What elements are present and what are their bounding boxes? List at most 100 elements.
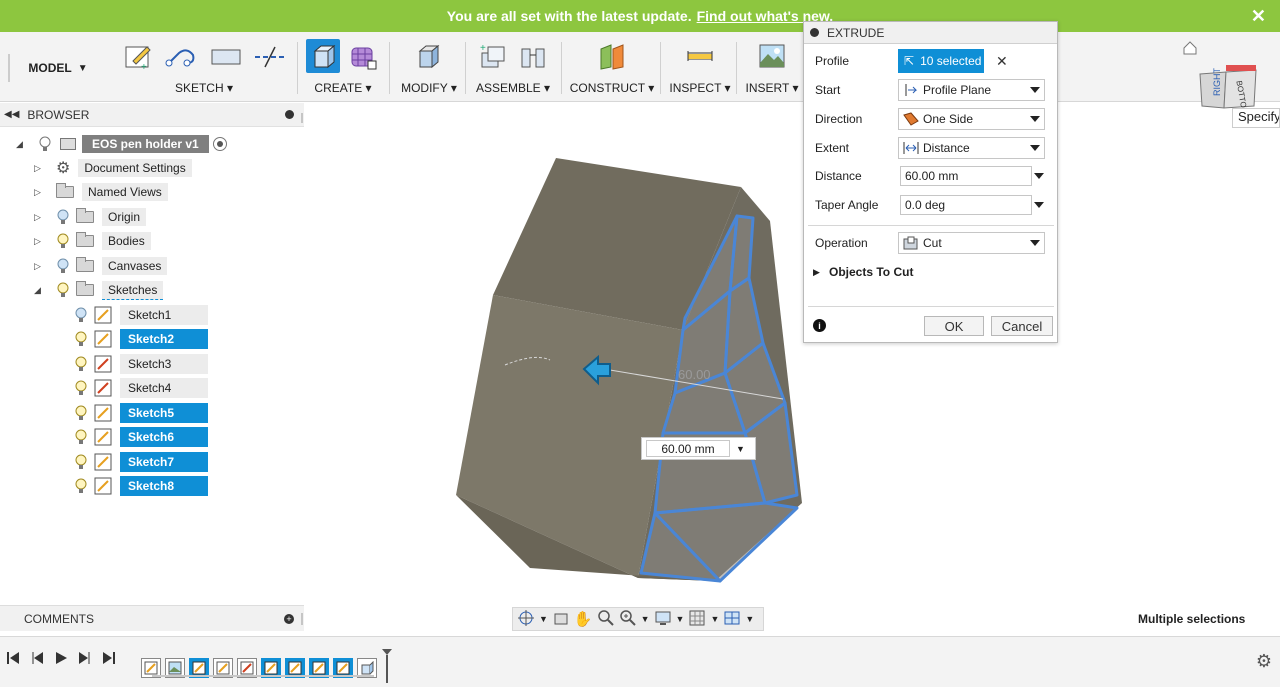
dialog-pin-icon[interactable] [810, 28, 819, 37]
start-select[interactable]: Profile Plane [898, 79, 1045, 101]
clear-selection-icon[interactable]: ✕ [996, 53, 1008, 70]
play-icon[interactable] [54, 651, 68, 668]
expand-arrow-icon[interactable]: ▷ [34, 261, 46, 272]
profile-selection-button[interactable]: ⇱ 10 selected [898, 49, 984, 73]
sketch-row[interactable]: Sketch2 [74, 328, 208, 350]
expand-arrow-icon[interactable]: ▶ [813, 267, 820, 278]
create-menu[interactable]: CREATE ▾ [314, 81, 371, 95]
banner-close-icon[interactable]: ✕ [1251, 6, 1266, 27]
activate-radio-icon[interactable] [212, 137, 227, 151]
insert-image-icon[interactable] [755, 39, 789, 73]
form-icon[interactable] [346, 39, 380, 73]
chevron-down-icon[interactable]: ▼ [710, 614, 719, 624]
visibility-bulb-icon[interactable] [56, 232, 70, 250]
workspace-switcher[interactable]: MODEL ▼ [8, 54, 106, 82]
insert-menu[interactable]: INSERT ▾ [746, 81, 799, 95]
sketch-menu[interactable]: SKETCH ▾ [175, 81, 233, 95]
timeline-marker-icon[interactable] [381, 649, 393, 686]
construct-menu[interactable]: CONSTRUCT ▾ [570, 81, 654, 95]
tree-item-named-views[interactable]: ▷ Named Views [34, 181, 168, 203]
sketch-row[interactable]: Sketch7 [74, 451, 208, 473]
collapse-icon[interactable]: ◀◀ [4, 109, 19, 120]
info-icon[interactable]: i [813, 319, 826, 332]
display-settings-icon[interactable] [654, 609, 672, 630]
extent-select[interactable]: Distance [898, 137, 1045, 159]
orbit-icon[interactable] [517, 609, 535, 630]
modify-menu[interactable]: MODIFY ▾ [401, 81, 457, 95]
trim-tool-icon[interactable] [253, 39, 287, 73]
tree-item-sketches[interactable]: ◢ Sketches [34, 279, 164, 301]
cancel-button[interactable]: Cancel [991, 316, 1053, 336]
chevron-down-icon[interactable]: ▼ [736, 444, 745, 454]
tree-item-origin[interactable]: ▷ Origin [34, 206, 147, 228]
visibility-bulb-icon[interactable] [74, 404, 88, 422]
sketch-row[interactable]: Sketch4 [74, 377, 208, 399]
offset-plane-icon[interactable] [595, 39, 629, 73]
expand-arrow-icon[interactable]: ▷ [34, 163, 46, 174]
measure-icon[interactable] [683, 39, 717, 73]
zoom-window-icon[interactable] [619, 609, 637, 630]
expand-arrow-icon[interactable]: ▷ [34, 212, 46, 223]
assemble-menu[interactable]: ASSEMBLE ▾ [476, 81, 550, 95]
step-back-icon[interactable] [30, 651, 44, 668]
visibility-bulb-icon[interactable] [74, 330, 88, 348]
tree-item-bodies[interactable]: ▷ Bodies [34, 230, 151, 252]
sketch-row[interactable]: Sketch5 [74, 402, 208, 424]
operation-select[interactable]: Cut [898, 232, 1045, 254]
direction-select[interactable]: One Side [898, 108, 1045, 130]
visibility-bulb-icon[interactable] [56, 257, 70, 275]
browser-header[interactable]: ◀◀ BROWSER [0, 103, 304, 127]
tree-root[interactable]: ◢ EOS pen holder v1 [16, 133, 227, 155]
distance-field[interactable]: 60.00 mm [900, 166, 1032, 186]
panel-splitter[interactable] [300, 105, 304, 630]
visibility-bulb-icon[interactable] [56, 208, 70, 226]
tree-item-document-settings[interactable]: ▷ ⚙ Document Settings [34, 157, 192, 179]
expand-arrow-icon[interactable]: ▷ [34, 187, 46, 198]
rectangle-tool-icon[interactable] [209, 39, 243, 73]
inspect-menu[interactable]: INSPECT ▾ [669, 81, 730, 95]
chevron-down-icon[interactable] [1034, 202, 1044, 208]
visibility-bulb-icon[interactable] [74, 428, 88, 446]
chevron-down-icon[interactable] [1034, 173, 1044, 179]
home-icon[interactable] [1182, 40, 1198, 59]
comments-panel[interactable]: COMMENTS + [0, 605, 304, 631]
joint-icon[interactable] [516, 39, 550, 73]
3d-viewport[interactable]: 60.00 60.00 mm ▼ [305, 103, 1280, 633]
view-cube[interactable]: RIGHT BOTTOM [1198, 62, 1258, 115]
pin-icon[interactable] [285, 110, 294, 119]
zoom-icon[interactable] [597, 609, 615, 630]
sketch-row[interactable]: Sketch1 [74, 304, 208, 326]
sketch-row[interactable]: Sketch6 [74, 426, 208, 448]
collapse-arrow-icon[interactable]: ◢ [16, 139, 28, 150]
add-comment-icon[interactable]: + [284, 613, 294, 624]
chevron-down-icon[interactable]: ▼ [745, 614, 754, 624]
create-sketch-icon[interactable]: + [121, 39, 155, 73]
visibility-bulb-icon[interactable] [56, 281, 70, 299]
new-component-icon[interactable]: + [476, 39, 510, 73]
chevron-down-icon[interactable]: ▼ [641, 614, 650, 624]
grid-icon[interactable] [688, 609, 706, 630]
chevron-down-icon[interactable]: ▼ [676, 614, 685, 624]
pan-icon[interactable]: ✋ [574, 610, 593, 628]
sketch-row[interactable]: Sketch3 [74, 353, 208, 375]
go-to-start-icon[interactable] [6, 651, 20, 668]
dialog-header[interactable]: EXTRUDE [804, 22, 1057, 44]
objects-to-cut-row[interactable]: ▶ Objects To Cut [804, 260, 1059, 284]
line-tool-icon[interactable] [165, 39, 199, 73]
taper-angle-field[interactable]: 0.0 deg [900, 195, 1032, 215]
visibility-bulb-icon[interactable] [38, 135, 52, 153]
visibility-bulb-icon[interactable] [74, 355, 88, 373]
chevron-down-icon[interactable]: ▼ [539, 614, 548, 624]
sketch-row[interactable]: Sketch8 [74, 475, 208, 497]
visibility-bulb-icon[interactable] [74, 453, 88, 471]
expand-arrow-icon[interactable]: ▷ [34, 236, 46, 247]
ok-button[interactable]: OK [924, 316, 984, 336]
viewports-icon[interactable] [723, 609, 741, 630]
visibility-bulb-icon[interactable] [74, 379, 88, 397]
go-to-end-icon[interactable] [102, 651, 116, 668]
visibility-bulb-icon[interactable] [74, 477, 88, 495]
timeline-settings-gear-icon[interactable]: ⚙ [1256, 651, 1272, 672]
distance-input[interactable]: 60.00 mm ▼ [641, 437, 756, 460]
extrude-icon[interactable] [306, 39, 340, 73]
look-at-icon[interactable] [552, 609, 570, 630]
